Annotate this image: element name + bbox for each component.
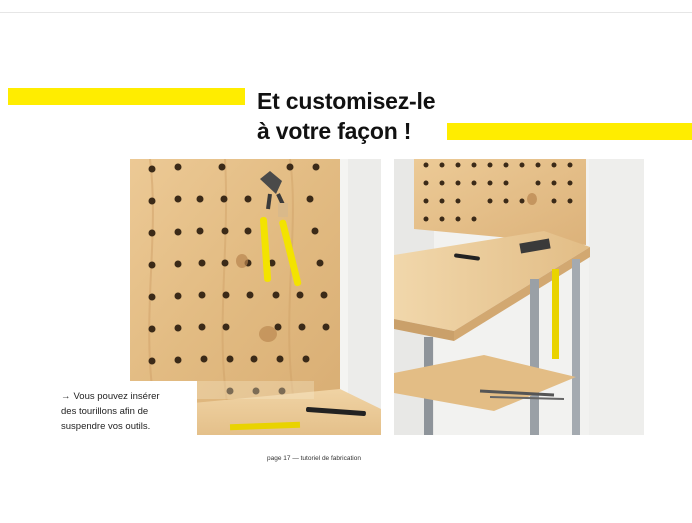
title-line-2: à votre façon ! bbox=[257, 118, 412, 144]
accent-bar-left bbox=[8, 88, 245, 105]
top-rule bbox=[0, 12, 692, 13]
caption-line-2: des tourillons afin de bbox=[61, 406, 149, 417]
photo-caption: → Vous pouvez insérer des tourillons afin… bbox=[57, 381, 197, 439]
page-title: Et customisez-le à votre façon ! bbox=[257, 86, 435, 146]
caption-line-3: suspendre vos outils. bbox=[61, 421, 151, 432]
page-footer: page 17 — tutoriel de fabrication bbox=[267, 455, 361, 462]
arrow-right-icon: → bbox=[61, 391, 71, 402]
accent-bar-right bbox=[447, 123, 692, 140]
workbench-side-view-photo bbox=[394, 159, 644, 435]
caption-line-1: → Vous pouvez insérer bbox=[61, 391, 160, 402]
workbench-illustration bbox=[394, 159, 644, 435]
title-line-1: Et customisez-le bbox=[257, 88, 436, 114]
